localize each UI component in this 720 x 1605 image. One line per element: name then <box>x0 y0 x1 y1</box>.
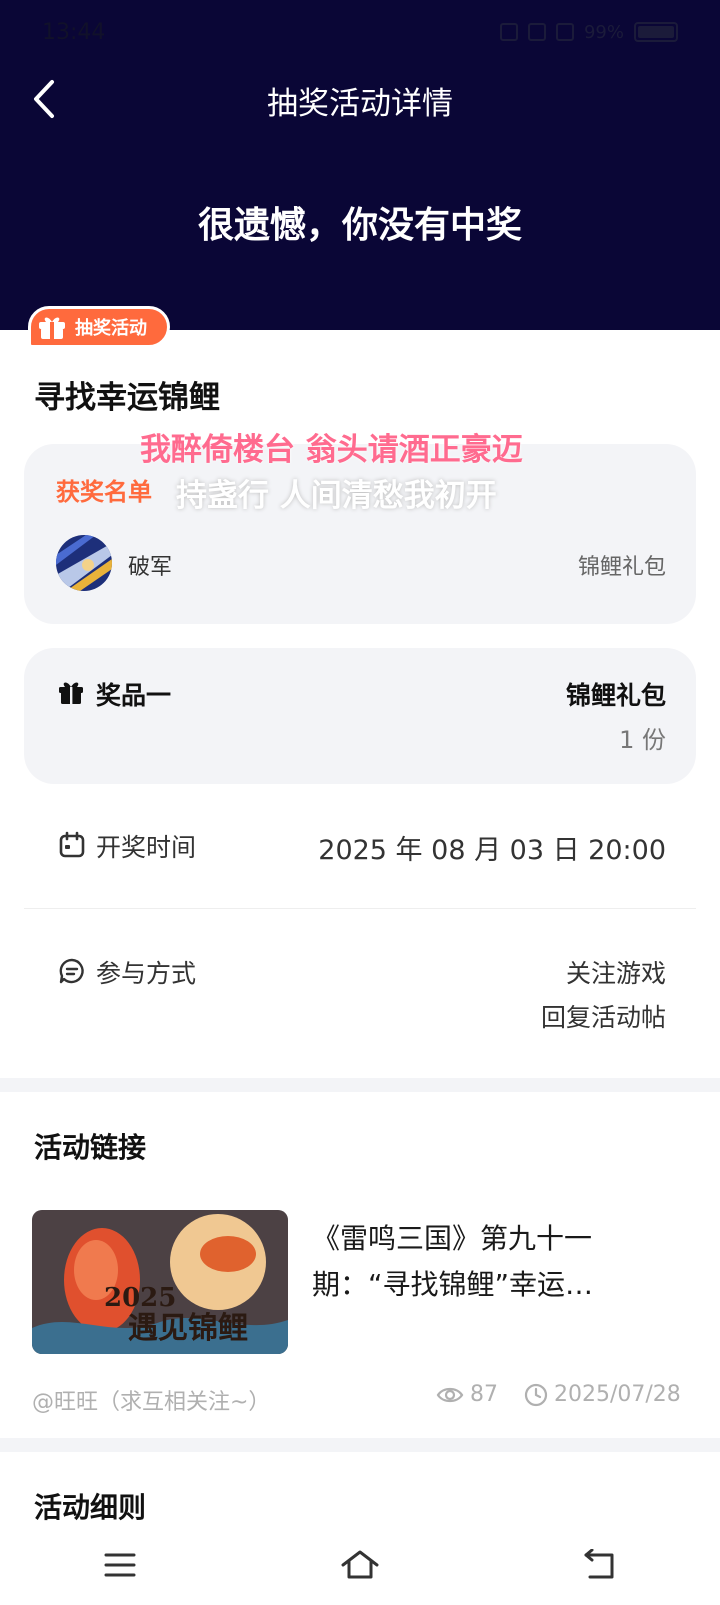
sim-icon <box>527 23 546 41</box>
badge-label: 抽奖活动 <box>75 318 147 339</box>
thumbnail-caption-text: 遇见锦鲤 <box>128 1311 248 1346</box>
system-nav-bar <box>0 1525 720 1605</box>
clock-icon <box>524 1383 548 1406</box>
signal-icon <box>555 23 574 41</box>
prize-label: 奖品一 <box>96 681 172 710</box>
menu-button[interactable] <box>90 1540 150 1590</box>
article-date: 2025/07/28 <box>524 1382 681 1407</box>
prize-quantity: 1 份 <box>619 726 666 754</box>
article-title-link[interactable]: 《雷鸣三国》第九十一期：“寻找锦鲤”幸运… <box>312 1216 672 1308</box>
back-nav-button[interactable] <box>570 1540 630 1590</box>
danmaku-line: 我醉倚楼台 翁头请酒正豪迈 <box>140 432 523 468</box>
draw-time-value: 2025 年 08 月 03 日 20:00 <box>318 835 666 866</box>
home-icon <box>341 1550 379 1579</box>
winners-title: 获奖名单 <box>56 478 152 506</box>
winner-prize: 锦鲤礼包 <box>577 555 666 580</box>
section-separator <box>0 1078 720 1092</box>
join-method-label: 参与方式 <box>96 959 197 988</box>
join-method-item: 回复活动帖 <box>540 1003 666 1032</box>
activity-title: 寻找幸运锦鲤 <box>34 380 220 416</box>
page-title: 抽奖活动详情 <box>267 86 453 122</box>
divider <box>24 908 696 909</box>
draw-time-label: 开奖时间 <box>96 833 197 862</box>
view-count: 87 <box>470 1382 498 1407</box>
menu-icon <box>104 1553 136 1577</box>
article-thumbnail[interactable]: 2025 遇见锦鲤 <box>32 1210 288 1354</box>
eye-icon <box>436 1387 464 1402</box>
notification-icon <box>499 23 518 41</box>
home-button[interactable] <box>330 1540 390 1590</box>
status-icons: 99% <box>499 18 678 46</box>
return-icon <box>584 1549 614 1579</box>
lottery-result-text: 很遗憾，你没有中奖 <box>197 205 522 246</box>
section-separator <box>0 1438 720 1452</box>
status-time: 13:44 <box>42 20 106 45</box>
thumbnail-year-text: 2025 <box>104 1283 176 1313</box>
article-author[interactable]: @旺旺（求互相关注~） <box>32 1384 270 1416</box>
gift-icon <box>39 317 65 339</box>
post-date: 2025/07/28 <box>554 1382 681 1407</box>
danmaku-line: 持盏行 人间清愁我初开 <box>176 478 497 514</box>
chat-icon <box>59 958 84 984</box>
avatar-image <box>56 535 112 591</box>
gift-icon <box>59 682 83 704</box>
links-section-title: 活动链接 <box>34 1131 147 1164</box>
battery-icon <box>634 22 678 42</box>
activity-badge: 抽奖活动 <box>28 306 170 348</box>
battery-percent: 99% <box>583 21 624 43</box>
status-bar: 13:44 99% <box>0 0 720 64</box>
article-views: 87 <box>436 1382 498 1407</box>
calendar-icon <box>59 831 85 858</box>
prize-card <box>24 648 696 784</box>
article-thumbnail-image: 2025 遇见锦鲤 <box>32 1210 288 1354</box>
rules-section-title: 活动细则 <box>34 1491 147 1524</box>
join-method-item: 关注游戏 <box>565 959 666 988</box>
winner-name: 破军 <box>128 555 173 580</box>
avatar[interactable] <box>56 535 112 591</box>
prize-name: 锦鲤礼包 <box>565 681 666 710</box>
